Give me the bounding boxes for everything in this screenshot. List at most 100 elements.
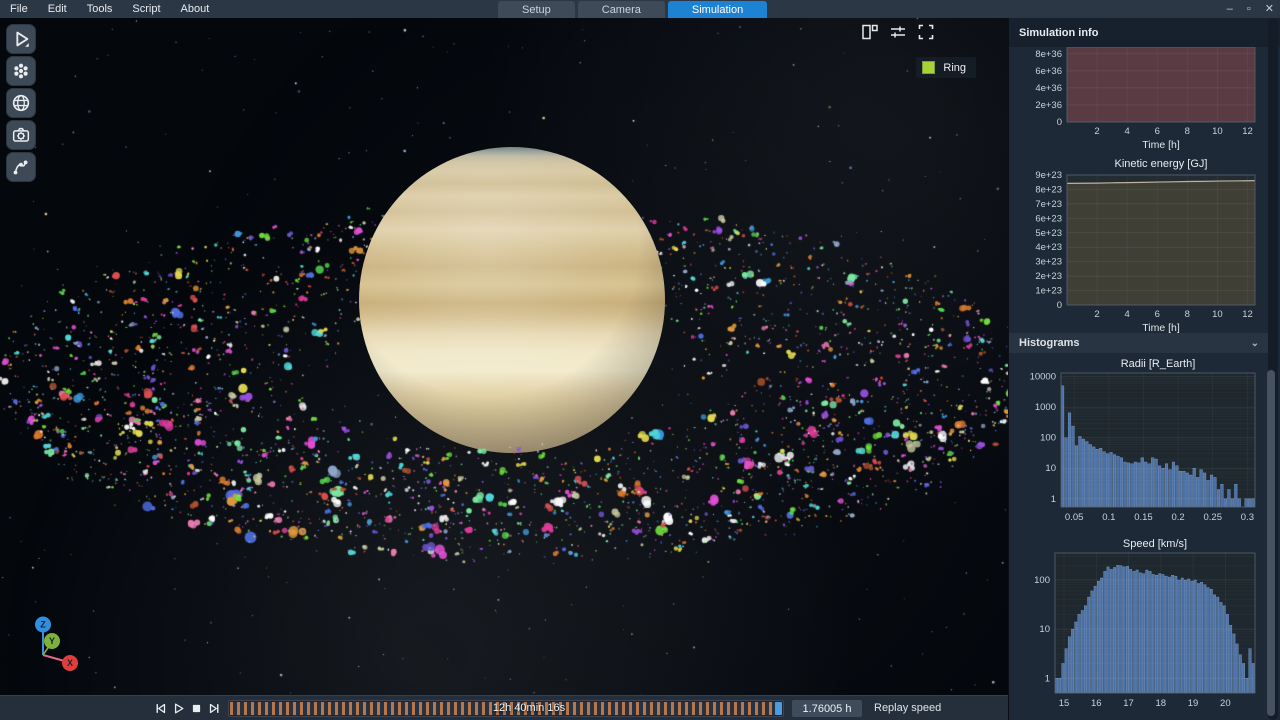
play-button[interactable]: [170, 700, 187, 717]
play-simulation-button[interactable]: [6, 24, 36, 54]
svg-text:15: 15: [1059, 698, 1070, 709]
svg-text:0.05: 0.05: [1065, 512, 1084, 523]
menu-items: FileEditToolsScriptAbout: [0, 0, 219, 18]
maximize-button[interactable]: ▫: [1247, 0, 1251, 18]
svg-text:0.2: 0.2: [1171, 512, 1184, 523]
tab-camera[interactable]: Camera: [578, 1, 665, 18]
tune-button[interactable]: [888, 22, 908, 42]
viewport-overlay-icons: [860, 22, 936, 42]
svg-text:4: 4: [1125, 309, 1130, 320]
menu-bar: FileEditToolsScriptAbout SetupCameraSimu…: [0, 0, 1280, 18]
svg-text:19: 19: [1188, 698, 1199, 709]
chart-speed: 100101151617181920Speed [km/s]: [1009, 535, 1263, 720]
svg-text:0: 0: [1057, 300, 1062, 311]
close-button[interactable]: ✕: [1265, 0, 1274, 18]
chart-kinetic: 9e+238e+237e+236e+235e+234e+233e+232e+23…: [1009, 155, 1263, 333]
svg-text:0.25: 0.25: [1203, 512, 1222, 523]
tab-simulation[interactable]: Simulation: [668, 1, 767, 18]
orientation-gizmo[interactable]: Z Y X: [18, 608, 90, 680]
svg-text:Kinetic energy [GJ]: Kinetic energy [GJ]: [1115, 158, 1208, 170]
menu-tools[interactable]: Tools: [77, 0, 123, 18]
svg-text:2e+36: 2e+36: [1035, 100, 1062, 111]
camera-settings-button[interactable]: [6, 120, 36, 150]
svg-text:Speed [km/s]: Speed [km/s]: [1123, 538, 1187, 550]
svg-text:10000: 10000: [1030, 372, 1056, 383]
panel-title: Simulation info: [1009, 18, 1280, 47]
svg-text:5e+23: 5e+23: [1035, 228, 1062, 239]
skip-to-end-button[interactable]: [206, 700, 223, 717]
histograms-section-header[interactable]: Histograms ⌄: [1009, 333, 1269, 353]
svg-text:10: 10: [1212, 126, 1223, 137]
split-view-button[interactable]: [860, 22, 880, 42]
svg-text:10: 10: [1212, 309, 1223, 320]
svg-text:0: 0: [1057, 117, 1062, 128]
svg-text:12: 12: [1242, 309, 1253, 320]
svg-text:8e+36: 8e+36: [1035, 49, 1062, 60]
svg-text:0.3: 0.3: [1241, 512, 1254, 523]
svg-text:100: 100: [1040, 433, 1056, 444]
svg-text:6: 6: [1155, 126, 1160, 137]
fullscreen-button[interactable]: [916, 22, 936, 42]
skip-to-end-icon: [208, 702, 221, 715]
histograms-label: Histograms: [1019, 337, 1080, 349]
front-ring-canvas: [0, 18, 1008, 695]
globe-button[interactable]: [6, 88, 36, 118]
particles-icon: [10, 60, 32, 82]
panel-scrollbar-track[interactable]: [1268, 18, 1278, 720]
play-icon: [172, 702, 185, 715]
svg-text:9e+23: 9e+23: [1035, 170, 1062, 181]
split-view-icon: [861, 23, 879, 41]
globe-icon: [10, 92, 32, 114]
svg-text:6: 6: [1155, 309, 1160, 320]
current-time-field[interactable]: 1.76005 h: [792, 700, 862, 717]
svg-text:6e+23: 6e+23: [1035, 213, 1062, 224]
viewport-3d[interactable]: Ring Z Y X: [0, 18, 1008, 695]
svg-text:6e+36: 6e+36: [1035, 66, 1062, 77]
svg-text:4e+36: 4e+36: [1035, 83, 1062, 94]
menu-script[interactable]: Script: [122, 0, 170, 18]
menu-file[interactable]: File: [0, 0, 38, 18]
svg-text:1: 1: [1045, 673, 1050, 684]
svg-text:Radii [R_Earth]: Radii [R_Earth]: [1121, 358, 1196, 370]
legend-label: Ring: [943, 62, 966, 74]
tab-bar: SetupCameraSimulation: [498, 1, 767, 18]
tune-icon: [889, 23, 907, 41]
stop-button[interactable]: [188, 700, 205, 717]
svg-text:Time [h]: Time [h]: [1142, 322, 1180, 333]
svg-text:12: 12: [1242, 126, 1253, 137]
svg-text:0.1: 0.1: [1102, 512, 1115, 523]
svg-text:2: 2: [1094, 309, 1099, 320]
stop-icon: [190, 702, 203, 715]
tab-setup[interactable]: Setup: [498, 1, 575, 18]
node-graph-button[interactable]: [6, 152, 36, 182]
menu-edit[interactable]: Edit: [38, 0, 77, 18]
legend-ring: Ring: [916, 57, 976, 78]
svg-text:8: 8: [1185, 309, 1190, 320]
menu-about[interactable]: About: [171, 0, 220, 18]
skip-to-start-button[interactable]: [152, 700, 169, 717]
svg-text:16: 16: [1091, 698, 1102, 709]
svg-text:8e+23: 8e+23: [1035, 184, 1062, 195]
svg-text:18: 18: [1156, 698, 1167, 709]
timeline-handle[interactable]: [775, 702, 782, 715]
skip-to-start-icon: [154, 702, 167, 715]
chevron-down-icon: ⌄: [1251, 338, 1259, 349]
svg-text:2: 2: [1094, 126, 1099, 137]
replay-speed-label: Replay speed: [874, 700, 941, 717]
svg-text:8: 8: [1185, 126, 1190, 137]
svg-text:4e+23: 4e+23: [1035, 242, 1062, 253]
chart-radii: 1000010001001010.050.10.150.20.250.3Radi…: [1009, 355, 1263, 535]
application-window: FileEditToolsScriptAbout SetupCameraSimu…: [0, 0, 1280, 720]
particles-button[interactable]: [6, 56, 36, 86]
minimize-button[interactable]: –: [1227, 0, 1233, 18]
svg-text:100: 100: [1034, 575, 1050, 586]
window-controls: –▫ ✕: [1227, 0, 1274, 18]
timeline-slider[interactable]: 12h 40min 16s: [228, 700, 784, 717]
svg-text:0.15: 0.15: [1134, 512, 1153, 523]
svg-text:2e+23: 2e+23: [1035, 271, 1062, 282]
panel-scrollbar-thumb[interactable]: [1267, 370, 1275, 716]
x-axis-label: X: [67, 658, 73, 668]
chart-energy-top: 8e+366e+364e+362e+36024681012Time [h]: [1009, 47, 1263, 155]
svg-text:Time [h]: Time [h]: [1142, 139, 1180, 151]
svg-text:20: 20: [1220, 698, 1231, 709]
